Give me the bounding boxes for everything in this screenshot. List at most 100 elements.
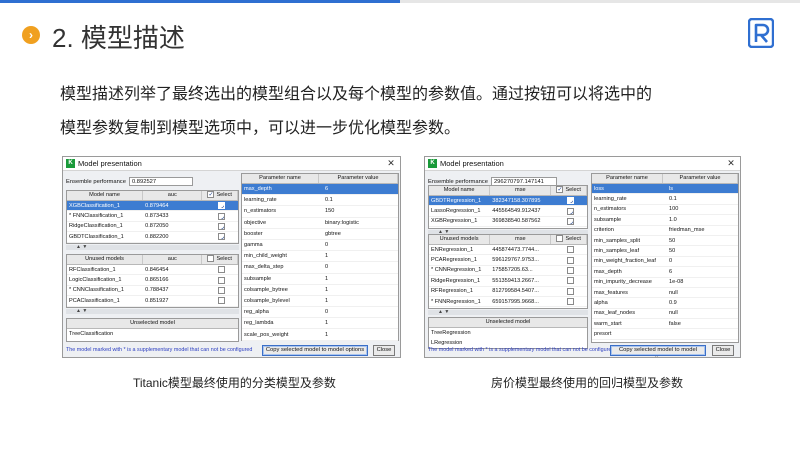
parameter-row[interactable]: subsample 1 xyxy=(242,274,398,285)
parameter-value-cell[interactable]: 0.9 xyxy=(663,298,738,308)
select-checkbox[interactable]: ✓ xyxy=(566,207,574,215)
table-row[interactable]: PCARegression_1 596129767.9753... xyxy=(429,255,587,266)
parameter-row[interactable]: colsample_bytree 1 xyxy=(242,285,398,296)
parameter-value-cell[interactable]: 6 xyxy=(319,184,398,194)
select-checkbox[interactable]: ✓ xyxy=(217,212,225,220)
column-header[interactable]: Model name xyxy=(429,186,491,195)
close-button[interactable]: Close xyxy=(373,345,395,356)
select-checkbox[interactable] xyxy=(217,266,225,274)
table-row[interactable]: RFClassification_1 0.846454 xyxy=(67,265,238,276)
column-header[interactable]: Select xyxy=(551,235,587,244)
parameter-row[interactable]: reg_lambda 1 xyxy=(242,318,398,330)
parameter-row[interactable]: min_weight_fraction_leaf 0 xyxy=(592,257,738,268)
parameter-row[interactable]: n_estimators 100 xyxy=(592,204,738,216)
select-all-checkbox[interactable] xyxy=(556,235,564,243)
table-row[interactable]: * CNNRegression_1 175857205.63... xyxy=(429,266,587,277)
table-row[interactable]: ENRegression_1 445874473.7744... xyxy=(429,245,587,256)
table-row[interactable]: RidgeClassification_1 0.872050 ✓ xyxy=(67,222,238,233)
select-checkbox[interactable] xyxy=(217,286,225,294)
parameter-row[interactable]: max_depth 6 xyxy=(242,184,398,196)
parameter-row[interactable]: max_leaf_nodes null xyxy=(592,308,738,320)
column-header[interactable]: Parameter name xyxy=(242,174,320,183)
parameter-value-cell[interactable]: 1.0 xyxy=(663,215,738,225)
parameter-value-cell[interactable]: 0 xyxy=(319,240,398,250)
column-header[interactable]: mse xyxy=(490,186,552,195)
parameter-value-cell[interactable]: null xyxy=(663,288,738,298)
table-row[interactable]: RFRegression_1 812799584.5407... xyxy=(429,287,587,297)
parameter-value-cell[interactable]: 0 xyxy=(319,307,398,317)
parameter-row[interactable]: criterion friedman_mse xyxy=(592,226,738,236)
select-checkbox[interactable]: ✓ xyxy=(217,222,225,230)
column-header[interactable]: Unused models xyxy=(67,255,144,264)
parameter-value-cell[interactable]: 50 xyxy=(663,236,738,246)
parameter-value-cell[interactable]: null xyxy=(663,308,738,318)
table-row[interactable]: LogicClassification_1 0.865166 xyxy=(67,275,238,286)
column-header[interactable]: Model name xyxy=(67,191,144,200)
parameter-row[interactable]: presort xyxy=(592,329,738,340)
copy-to-options-button[interactable]: Copy selected model to model options xyxy=(262,345,368,356)
column-header[interactable]: auc xyxy=(143,255,203,264)
parameter-value-cell[interactable]: 1 xyxy=(319,330,398,340)
parameter-row[interactable]: min_child_weight 1 xyxy=(242,251,398,263)
parameter-row[interactable]: objective binary:logistic xyxy=(242,218,398,229)
parameter-value-cell[interactable]: 0.1 xyxy=(663,194,738,204)
table-row[interactable]: LassoRegression_1 445564549.912437 ✓ xyxy=(429,206,587,217)
parameter-row[interactable]: n_estimators 150 xyxy=(242,206,398,218)
column-header[interactable]: mse xyxy=(490,235,552,244)
parameter-row[interactable]: min_samples_split 50 xyxy=(592,236,738,247)
table-row[interactable]: PCAClassification_1 0.851927 xyxy=(67,296,238,307)
parameter-value-cell[interactable]: 1 xyxy=(319,285,398,295)
close-icon[interactable]: ✕ xyxy=(385,158,397,169)
parameter-value-cell[interactable]: binary:logistic xyxy=(319,218,398,228)
parameter-row[interactable]: colsample_bylevel 1 xyxy=(242,296,398,308)
parameter-row[interactable]: loss ls xyxy=(592,184,738,195)
select-checkbox[interactable] xyxy=(566,266,574,274)
parameter-value-cell[interactable]: 100 xyxy=(663,204,738,214)
parameter-row[interactable]: booster gbtree xyxy=(242,229,398,240)
column-header[interactable]: Parameter value xyxy=(663,174,738,183)
select-checkbox[interactable] xyxy=(566,287,574,295)
parameter-row[interactable]: scale_pos_weight 1 xyxy=(242,329,398,341)
select-checkbox[interactable]: ✓ xyxy=(217,202,225,210)
select-checkbox[interactable]: ✓ xyxy=(566,217,574,225)
parameter-value-cell[interactable]: 1 xyxy=(319,251,398,261)
parameter-row[interactable]: max_features null xyxy=(592,288,738,299)
select-all-checkbox[interactable]: ✓ xyxy=(207,191,215,199)
table-row[interactable]: GBDTClassification_1 0.882200 ✓ xyxy=(67,232,238,243)
table-row[interactable]: XGBClassification_1 0.879464 ✓ xyxy=(67,201,238,212)
list-item[interactable]: TreeRegression xyxy=(429,328,587,338)
column-header[interactable]: auc xyxy=(143,191,203,200)
table-row[interactable]: RidgeRegression_1 551359413.2667... xyxy=(429,276,587,287)
parameter-value-cell[interactable]: 1 xyxy=(319,318,398,328)
copy-to-options-button[interactable]: Copy selected model to model options xyxy=(610,345,706,357)
select-checkbox[interactable] xyxy=(566,298,574,306)
table-row[interactable]: XGBRegression_1 369838540.587562 ✓ xyxy=(429,217,587,228)
list-item[interactable]: TreeClassification xyxy=(67,329,238,339)
table-row[interactable]: GBDTRegression_1 382347158.307895 ✓ xyxy=(429,196,587,207)
parameter-value-cell[interactable]: 150 xyxy=(319,206,398,216)
select-checkbox[interactable]: ✓ xyxy=(566,197,574,205)
close-icon[interactable]: ✕ xyxy=(725,158,737,169)
parameter-row[interactable]: subsample 1.0 xyxy=(592,215,738,226)
parameter-value-cell[interactable]: 1e-08 xyxy=(663,277,738,287)
parameter-row[interactable]: max_delta_step 0 xyxy=(242,262,398,274)
parameter-row[interactable]: min_impurity_decrease 1e-08 xyxy=(592,278,738,288)
parameter-row[interactable]: alpha 0.9 xyxy=(592,298,738,309)
select-checkbox[interactable] xyxy=(566,256,574,264)
column-header[interactable]: ✓ Select xyxy=(551,186,587,195)
parameter-row[interactable]: learning_rate 0.1 xyxy=(242,195,398,207)
ensemble-performance-field[interactable]: 0.892527 xyxy=(128,177,193,186)
parameter-value-cell[interactable]: ls xyxy=(663,184,738,194)
splitter-handle[interactable]: ▲ ▼ xyxy=(66,309,239,314)
column-header[interactable]: Unused models xyxy=(429,235,491,244)
table-row[interactable]: * FNNRegression_1 659157995.9668... xyxy=(429,297,587,308)
window-titlebar[interactable]: K Model presentation ✕ xyxy=(425,157,740,171)
window-titlebar[interactable]: K Model presentation ✕ xyxy=(63,157,400,171)
select-checkbox[interactable] xyxy=(217,297,225,305)
parameter-value-cell[interactable]: 50 xyxy=(663,246,738,256)
parameter-value-cell[interactable]: 1 xyxy=(319,296,398,306)
parameter-row[interactable]: gamma 0 xyxy=(242,240,398,252)
parameter-value-cell[interactable]: 1 xyxy=(319,274,398,284)
parameter-row[interactable]: warm_start false xyxy=(592,319,738,330)
parameter-value-cell[interactable]: 0.1 xyxy=(319,195,398,205)
